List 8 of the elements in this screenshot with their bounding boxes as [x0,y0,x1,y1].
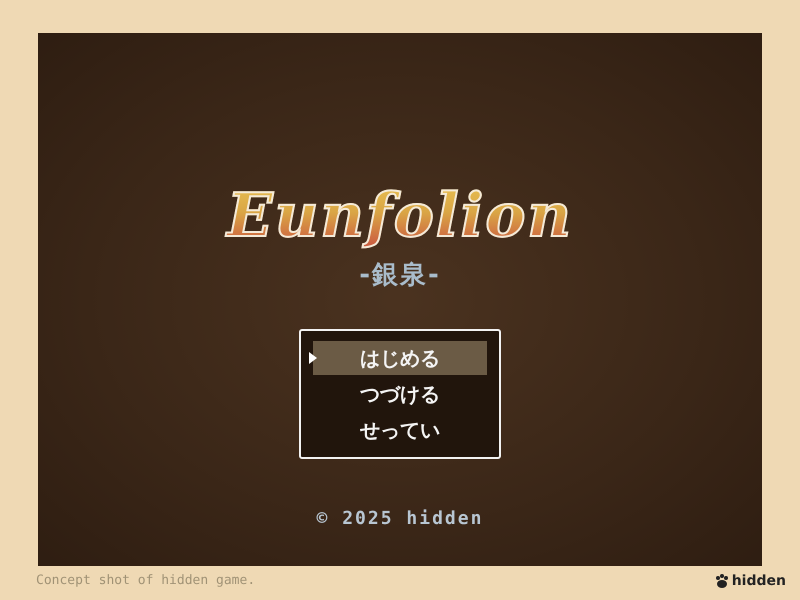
caption-text: Concept shot of hidden game. [36,572,256,590]
menu-item[interactable]: せってい [313,413,487,447]
game-subtitle: -銀泉- [359,259,441,291]
copyright-text: © 2025 hidden [316,507,484,531]
menu-item[interactable]: つづける [313,377,487,411]
credit-text: hidden [732,572,786,590]
paw-icon [714,573,730,589]
cursor-icon [309,352,317,364]
